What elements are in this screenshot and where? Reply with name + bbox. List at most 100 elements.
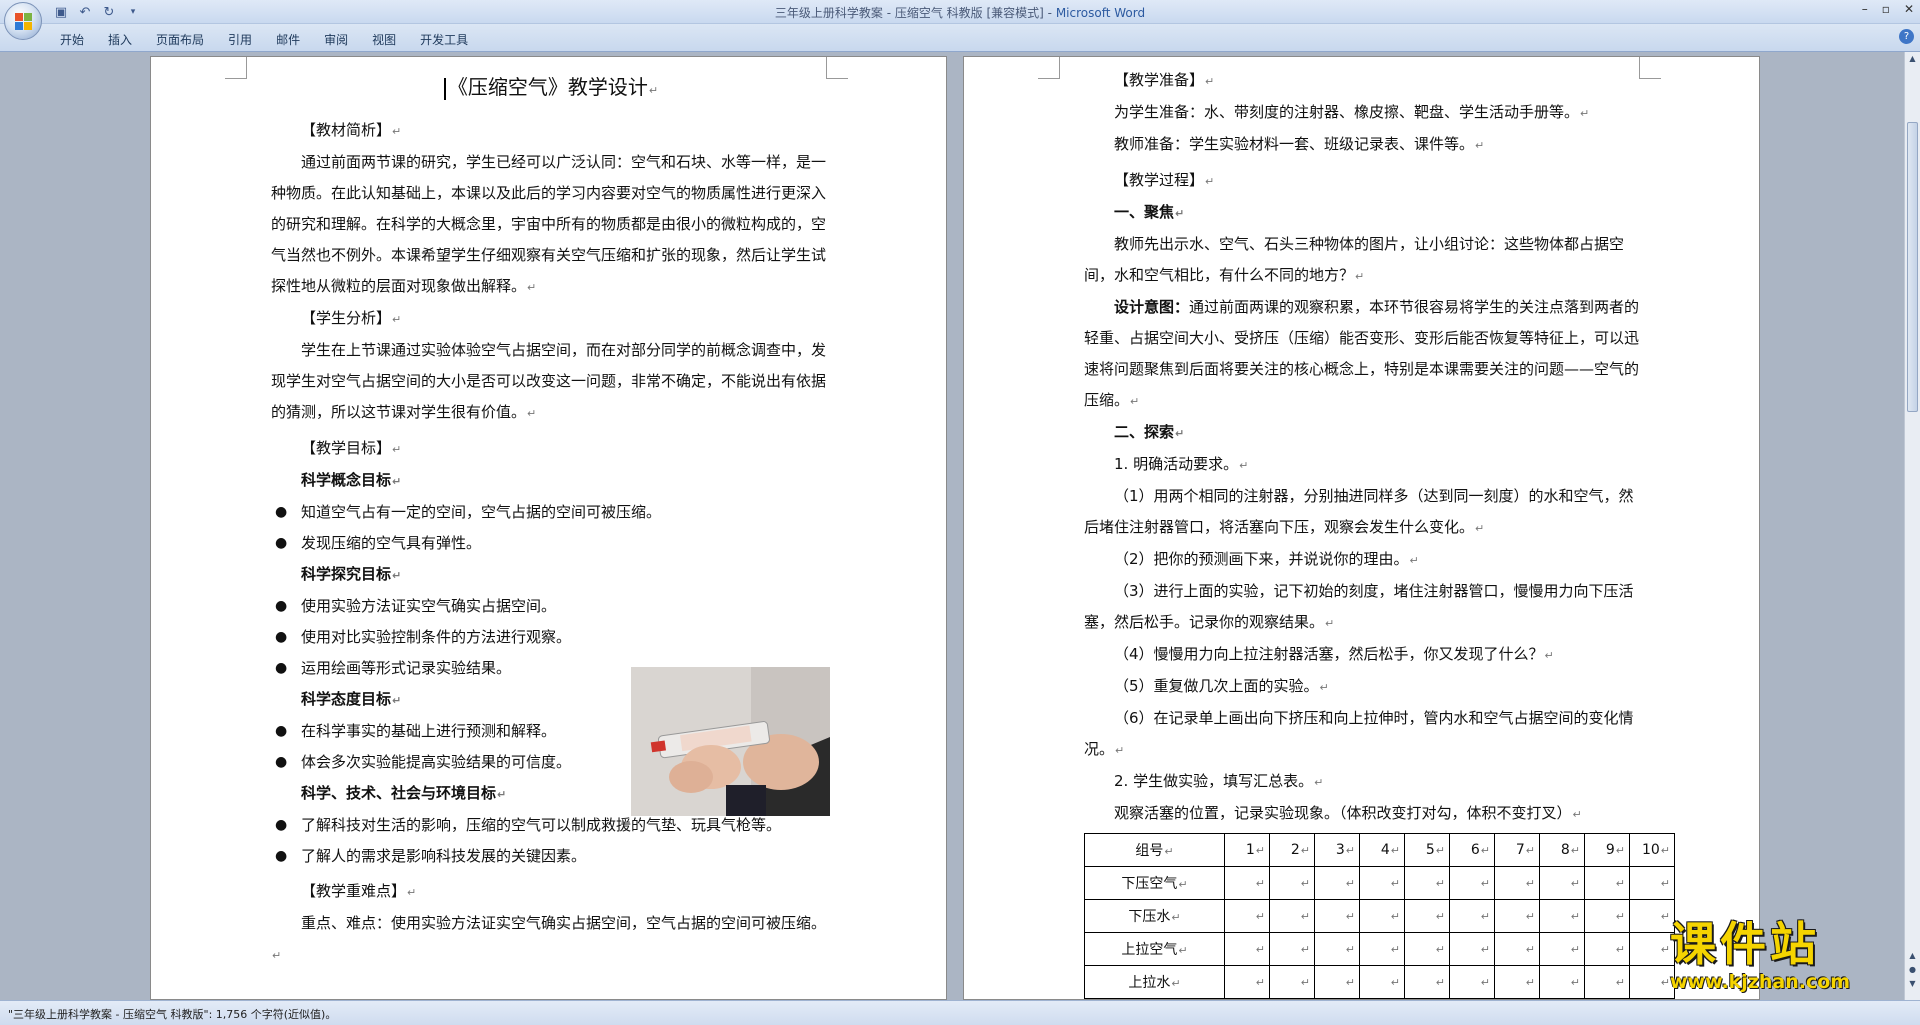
- table-cell[interactable]: ↵: [1359, 899, 1405, 933]
- table-header-cell[interactable]: 组号↵: [1084, 833, 1225, 867]
- paragraph: 教师先出示水、空气、石头三种物体的图片，让小组讨论：这些物体都占据空间，水和空气…: [1084, 229, 1644, 292]
- paragraph-mark: ↵: [392, 125, 402, 138]
- paragraph: 重点、难点：使用实验方法证实空气确实占据空间，空气占据的空间可被压缩。 ↵: [271, 908, 831, 971]
- table-header-cell[interactable]: 10↵: [1629, 833, 1675, 867]
- tab-home[interactable]: 开始: [48, 29, 96, 50]
- table-cell[interactable]: ↵: [1314, 965, 1360, 999]
- bullet-icon: ●: [275, 598, 288, 614]
- table-cell[interactable]: ↵: [1224, 965, 1270, 999]
- minimize-icon[interactable]: –: [1862, 2, 1868, 16]
- table-cell[interactable]: ↵: [1539, 899, 1585, 933]
- table-cell[interactable]: ↵: [1584, 965, 1630, 999]
- table-cell[interactable]: ↵: [1584, 899, 1630, 933]
- scrollbar-thumb[interactable]: [1907, 122, 1918, 412]
- table-cell[interactable]: ↵: [1494, 899, 1540, 933]
- tab-view[interactable]: 视图: [360, 29, 408, 50]
- table-cell[interactable]: ↵: [1359, 932, 1405, 966]
- table-cell[interactable]: ↵: [1494, 965, 1540, 999]
- table-cell[interactable]: ↵: [1494, 932, 1540, 966]
- cell-mark: ↵: [1390, 844, 1400, 857]
- syringe-image: [631, 667, 830, 816]
- table-cell[interactable]: ↵: [1539, 932, 1585, 966]
- table-cell[interactable]: ↵: [1359, 965, 1405, 999]
- cell-text: 上拉水: [1128, 975, 1171, 991]
- next-page-icon[interactable]: ▼: [1905, 979, 1920, 988]
- help-icon[interactable]: ?: [1899, 29, 1914, 44]
- tab-page-layout[interactable]: 页面布局: [144, 29, 216, 50]
- cell-text: 1: [1245, 842, 1255, 858]
- row-label-cell[interactable]: 上拉空气↵: [1084, 932, 1225, 966]
- table-cell[interactable]: ↵: [1359, 866, 1405, 900]
- row-label-cell[interactable]: 下压水↵: [1084, 899, 1225, 933]
- table-header-cell[interactable]: 2↵: [1269, 833, 1315, 867]
- table-cell[interactable]: ↵: [1494, 866, 1540, 900]
- previous-page-icon[interactable]: ▲: [1905, 951, 1920, 960]
- bullet-icon: ●: [275, 504, 288, 520]
- bullet-icon: ●: [275, 754, 288, 770]
- table-cell[interactable]: ↵: [1404, 932, 1450, 966]
- table-header-cell[interactable]: 7↵: [1494, 833, 1540, 867]
- paragraph-text: 观察活塞的位置，记录实验现象。（体积改变打对勾，体积不变打叉）: [1114, 804, 1572, 822]
- table-cell[interactable]: ↵: [1449, 932, 1495, 966]
- table-header-cell[interactable]: 3↵: [1314, 833, 1360, 867]
- page-2-content[interactable]: 【教学准备】↵ 为学生准备：水、带刻度的注射器、橡皮擦、靶盘、学生活动手册等。↵…: [1084, 65, 1644, 830]
- tab-developer[interactable]: 开发工具: [408, 29, 480, 50]
- cell-mark: ↵: [1390, 910, 1400, 923]
- office-button[interactable]: [4, 2, 42, 40]
- tab-references[interactable]: 引用: [216, 29, 264, 50]
- cell-mark: ↵: [1435, 943, 1445, 956]
- table-cell[interactable]: ↵: [1629, 932, 1675, 966]
- row-label-cell[interactable]: 上拉水↵: [1084, 965, 1225, 999]
- syringe-photo[interactable]: [631, 667, 830, 816]
- table-cell[interactable]: ↵: [1314, 866, 1360, 900]
- table-cell[interactable]: ↵: [1404, 965, 1450, 999]
- table-header-cell[interactable]: 1↵: [1224, 833, 1270, 867]
- table-cell[interactable]: ↵: [1314, 932, 1360, 966]
- row-label-cell[interactable]: 下压空气↵: [1084, 866, 1225, 900]
- table-cell[interactable]: ↵: [1629, 965, 1675, 999]
- text-cursor: [443, 77, 446, 100]
- table-header-cell[interactable]: 5↵: [1404, 833, 1450, 867]
- scroll-up-arrow-icon[interactable]: ▲: [1905, 54, 1920, 63]
- vertical-scrollbar[interactable]: ▲ ▲ ● ▼: [1904, 52, 1920, 1000]
- table-cell[interactable]: ↵: [1584, 932, 1630, 966]
- table-cell[interactable]: ↵: [1404, 899, 1450, 933]
- observation-table[interactable]: 组号↵ 1↵ 2↵ 3↵ 4↵ 5↵ 6↵ 7↵ 8↵ 9↵ 10↵ 下压空气↵…: [1084, 833, 1675, 999]
- browse-object-icon[interactable]: ●: [1905, 965, 1920, 974]
- page-2: 【教学准备】↵ 为学生准备：水、带刻度的注射器、橡皮擦、靶盘、学生活动手册等。↵…: [963, 56, 1760, 1000]
- page-1-content[interactable]: 《压缩空气》教学设计↵ 【教材简析】↵ 通过前面两节课的研究，学生已经可以广泛认…: [271, 67, 831, 971]
- table-cell[interactable]: ↵: [1269, 932, 1315, 966]
- status-bar: "三年级上册科学教案 - 压缩空气 科教版": 1,756 个字符(近似值)。: [0, 1000, 1920, 1025]
- cell-text: 9: [1605, 842, 1615, 858]
- tab-insert[interactable]: 插入: [96, 29, 144, 50]
- table-cell[interactable]: ↵: [1449, 899, 1495, 933]
- maximize-icon[interactable]: ▫: [1882, 2, 1890, 16]
- table-cell[interactable]: ↵: [1584, 866, 1630, 900]
- table-cell[interactable]: ↵: [1404, 866, 1450, 900]
- kjzhan-watermark-logo: 课件站 www.kjzhan.com: [1670, 918, 1900, 1000]
- tab-review[interactable]: 审阅: [312, 29, 360, 50]
- table-cell[interactable]: ↵: [1224, 899, 1270, 933]
- table-cell[interactable]: ↵: [1224, 866, 1270, 900]
- table-cell[interactable]: ↵: [1314, 899, 1360, 933]
- table-cell[interactable]: ↵: [1629, 866, 1675, 900]
- table-cell[interactable]: ↵: [1629, 899, 1675, 933]
- bullet-icon: ●: [275, 817, 288, 833]
- table-cell[interactable]: ↵: [1539, 965, 1585, 999]
- table-cell[interactable]: ↵: [1539, 866, 1585, 900]
- table-header-cell[interactable]: 4↵: [1359, 833, 1405, 867]
- table-cell[interactable]: ↵: [1269, 965, 1315, 999]
- table-header-cell[interactable]: 9↵: [1584, 833, 1630, 867]
- table-cell[interactable]: ↵: [1449, 965, 1495, 999]
- paragraph-mark: ↵: [648, 84, 659, 97]
- close-icon[interactable]: ✕: [1904, 2, 1914, 16]
- tab-mailings[interactable]: 邮件: [264, 29, 312, 50]
- table-cell[interactable]: ↵: [1449, 866, 1495, 900]
- document-title-text: 《压缩空气》教学设计: [447, 75, 648, 99]
- table-cell[interactable]: ↵: [1269, 899, 1315, 933]
- design-intent-label: 设计意图：: [1114, 298, 1190, 316]
- table-header-cell[interactable]: 8↵: [1539, 833, 1585, 867]
- table-cell[interactable]: ↵: [1224, 932, 1270, 966]
- table-cell[interactable]: ↵: [1269, 866, 1315, 900]
- table-header-cell[interactable]: 6↵: [1449, 833, 1495, 867]
